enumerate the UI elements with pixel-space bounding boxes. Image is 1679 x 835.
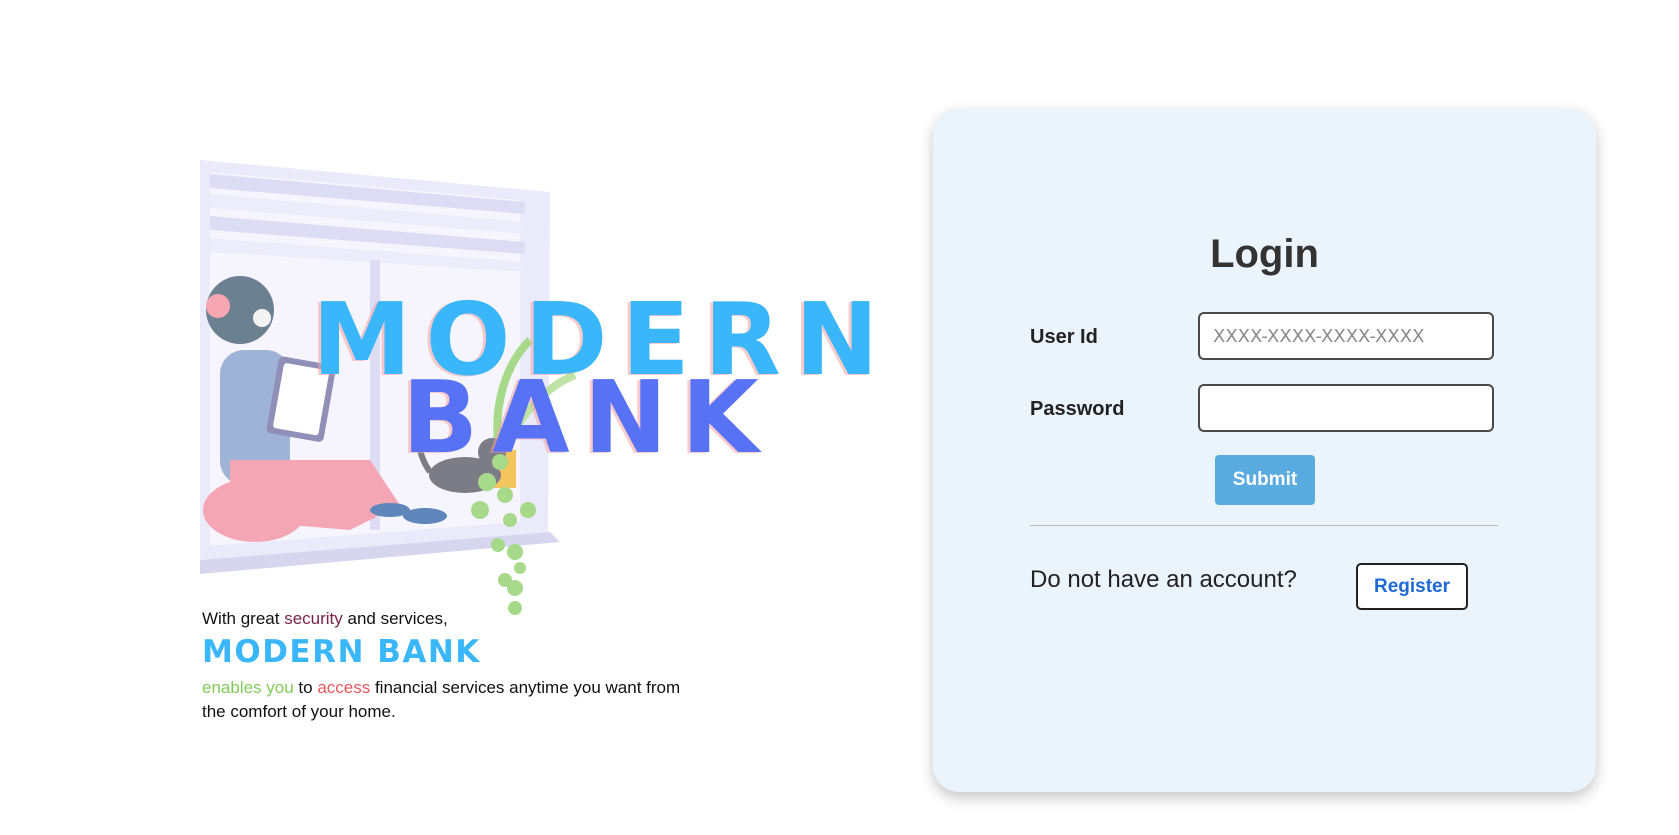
tagline-enables-you: enables you bbox=[202, 678, 294, 697]
tagline-security: security bbox=[284, 609, 343, 628]
woman-at-window-illustration bbox=[200, 160, 577, 615]
hero-section: MODERN BANK With great security and serv… bbox=[200, 160, 879, 721]
tagline-line-3: enables you to access financial services… bbox=[202, 678, 681, 721]
login-card: Login User Id Password Submit Do not hav… bbox=[933, 108, 1596, 792]
submit-button[interactable]: Submit bbox=[1215, 455, 1315, 505]
login-title: Login bbox=[1210, 232, 1319, 276]
tagline-brand: MODERN BANK bbox=[202, 634, 481, 670]
no-account-text: Do not have an account? bbox=[1030, 566, 1297, 593]
tagline-line-1: With great security and services, bbox=[202, 609, 448, 628]
user-id-label: User Id bbox=[1030, 326, 1098, 348]
password-input[interactable] bbox=[1198, 384, 1494, 432]
tagline-access: access bbox=[317, 678, 371, 697]
divider bbox=[1030, 525, 1498, 526]
register-button[interactable]: Register bbox=[1356, 563, 1468, 610]
user-id-input[interactable] bbox=[1198, 312, 1494, 360]
password-label: Password bbox=[1030, 398, 1125, 420]
tagline: With great security and services, MODERN… bbox=[202, 608, 702, 724]
